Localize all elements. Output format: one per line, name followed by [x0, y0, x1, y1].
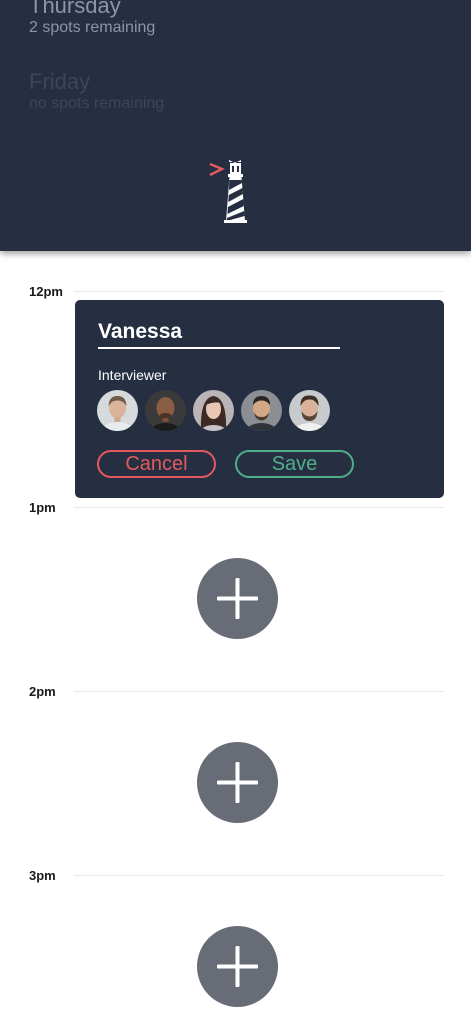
day-name: Thursday [29, 0, 121, 18]
day-name: Friday [29, 69, 91, 94]
plus-icon [217, 762, 258, 803]
avatar[interactable] [145, 390, 186, 431]
timeline-divider [74, 875, 444, 876]
candidate-name-input[interactable]: Vanessa [98, 320, 340, 349]
day-selector-panel: Thursday 2 spots remaining Friday no spo… [0, 0, 471, 251]
time-label-2pm: 2pm [29, 684, 56, 699]
spots-remaining: 2 spots remaining [29, 19, 156, 36]
add-slot-button[interactable] [197, 926, 278, 1007]
time-label-1pm: 1pm [29, 500, 56, 515]
booking-card: Vanessa Interviewer Cancel Save [75, 300, 444, 498]
plus-icon [217, 946, 258, 987]
save-button[interactable]: Save [235, 450, 354, 478]
timeline-divider [74, 291, 444, 292]
spots-remaining: no spots remaining [29, 95, 165, 112]
avatar[interactable] [241, 390, 282, 431]
avatar[interactable] [289, 390, 330, 431]
add-slot-button[interactable] [197, 558, 278, 639]
avatar[interactable] [97, 390, 138, 431]
plus-icon [217, 578, 258, 619]
cancel-button[interactable]: Cancel [97, 450, 216, 478]
timeline-divider [74, 691, 444, 692]
time-label-3pm: 3pm [29, 868, 56, 883]
day-option-thursday[interactable]: Thursday 2 spots remaining [29, 0, 155, 38]
lighthouse-icon [207, 158, 251, 224]
timeline-divider [74, 507, 444, 508]
add-slot-button[interactable] [197, 742, 278, 823]
day-option-friday: Friday no spots remaining [29, 70, 164, 114]
avatar[interactable] [193, 390, 234, 431]
time-label-12pm: 12pm [29, 284, 63, 299]
interviewer-label: Interviewer [98, 367, 167, 383]
